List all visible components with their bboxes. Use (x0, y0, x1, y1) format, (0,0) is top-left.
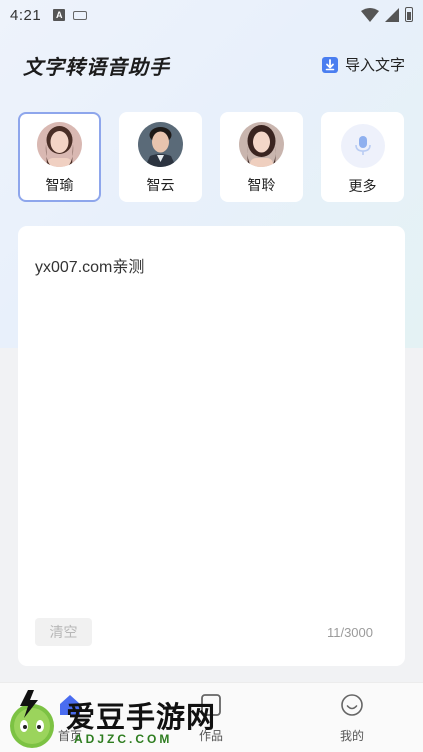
download-file-icon (321, 56, 338, 73)
voice-card-more[interactable]: 更多 (321, 112, 404, 202)
text-editor[interactable]: yx007.com亲测 清空 11/3000 (18, 226, 405, 666)
avatar (239, 122, 284, 167)
signal-icon (385, 7, 399, 22)
input-method-icon: A (53, 9, 66, 21)
microphone-icon (354, 136, 371, 155)
page-title: 文字转语音助手 (23, 57, 170, 79)
watermark: 爱豆手游网 ADJZC.COM (4, 688, 254, 752)
import-text-label: 导入文字 (344, 57, 405, 74)
keyboard-icon (73, 10, 88, 20)
nav-profile-label: 我的 (339, 729, 364, 743)
clear-button[interactable]: 清空 (35, 618, 92, 646)
status-icons (361, 7, 413, 22)
character-count: 11/3000 (326, 625, 373, 640)
watermark-logo-icon (10, 690, 54, 748)
avatar (138, 122, 183, 167)
voice-name: 智聆 (247, 177, 276, 193)
avatar (37, 122, 82, 167)
voice-name: 更多 (348, 178, 377, 194)
voice-card-zhiyu[interactable]: 智瑜 (18, 112, 101, 202)
profile-icon (341, 694, 363, 716)
wifi-icon (361, 7, 379, 22)
nav-profile[interactable]: 我的 (312, 683, 392, 752)
status-bar: 4:21 A (0, 0, 423, 30)
voice-name: 智云 (146, 177, 175, 193)
voice-card-zhiyun[interactable]: 智云 (119, 112, 202, 202)
voice-name: 智瑜 (45, 177, 74, 193)
editor-text[interactable]: yx007.com亲测 (35, 253, 144, 277)
import-text-button[interactable]: 导入文字 (321, 54, 405, 75)
battery-icon (405, 7, 413, 22)
voice-selector: 智瑜 智云 智聆 更多 (18, 112, 406, 202)
more-voices-circle (340, 124, 385, 168)
watermark-title: 爱豆手游网 (66, 700, 217, 734)
status-time: 4:21 (10, 6, 42, 24)
voice-card-zhiling[interactable]: 智聆 (220, 112, 303, 202)
watermark-domain: ADJZC.COM (74, 732, 173, 746)
